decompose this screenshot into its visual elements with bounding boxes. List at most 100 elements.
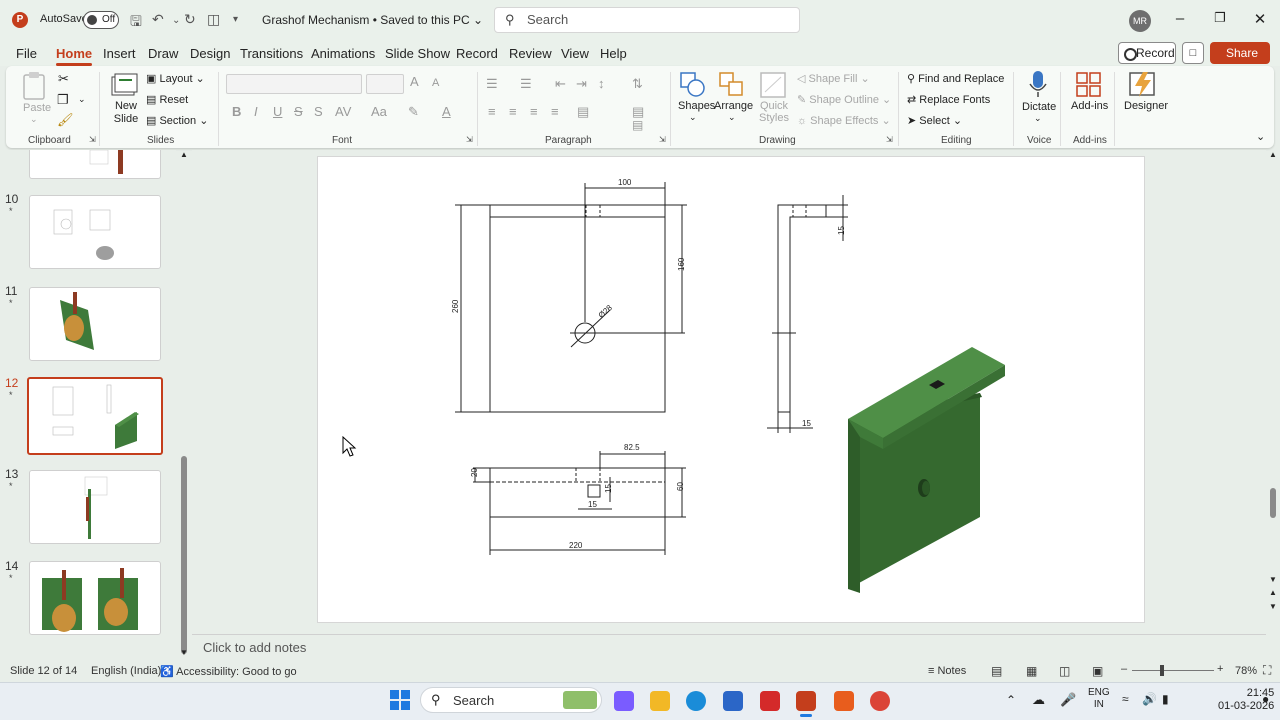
file-explorer-icon[interactable] (650, 691, 670, 711)
scrollbar-thumb[interactable] (1270, 488, 1276, 518)
zoom-slider[interactable] (1132, 670, 1214, 671)
designer-button[interactable]: Designer (1124, 100, 1168, 112)
change-case-button[interactable]: Aa (371, 104, 387, 119)
edge-icon[interactable] (686, 691, 706, 711)
volume-icon[interactable]: 🔊 (1142, 692, 1157, 706)
drawing-launcher-icon[interactable]: ⇲ (886, 135, 893, 144)
font-size-select[interactable] (366, 74, 404, 94)
accessibility-status[interactable]: ♿ Accessibility: Good to go (160, 665, 297, 678)
copy-dropdown-icon[interactable]: ⌄ (78, 94, 86, 105)
record-button[interactable]: Record (1118, 42, 1176, 64)
select-button[interactable]: ➤ Select ⌄ (907, 114, 962, 127)
tab-file[interactable]: File (16, 46, 37, 61)
collapse-ribbon-icon[interactable]: ⌄ (1256, 130, 1265, 143)
justify-icon[interactable]: ≡ (551, 104, 559, 119)
zoom-out-icon[interactable]: – (1121, 663, 1127, 675)
shape-fill-button[interactable]: ◁ Shape Fill ⌄ (797, 72, 870, 85)
dictate-button[interactable]: Dictate (1022, 101, 1056, 113)
slide-thumbnail-10[interactable] (29, 195, 161, 269)
tab-animations[interactable]: Animations (311, 46, 375, 61)
microphone-icon[interactable]: 🎤 (1060, 692, 1076, 708)
slide-thumbnail-11[interactable] (29, 287, 161, 361)
autosave-toggle[interactable]: Off (83, 11, 119, 29)
share-button[interactable]: Share ⌄ (1210, 42, 1270, 82)
columns-icon[interactable]: ▤ (577, 104, 589, 120)
reset-button[interactable]: ▤ Reset (146, 93, 188, 106)
addins-button[interactable]: Add-ins (1071, 100, 1108, 112)
copy-icon[interactable]: ❐ (57, 92, 69, 108)
paste-dropdown-icon[interactable]: ⌄ (30, 114, 38, 125)
font-launcher-icon[interactable]: ⇲ (466, 135, 473, 144)
text-direction-icon[interactable]: ⇅ (632, 76, 643, 92)
line-spacing-icon[interactable]: ↕ (598, 76, 605, 91)
zoom-level[interactable]: 78% (1235, 665, 1257, 677)
layout-button[interactable]: ▣ Layout ⌄ (146, 72, 205, 85)
powerpoint-taskbar-icon[interactable] (796, 691, 816, 711)
shapes-button[interactable]: Shapes (678, 100, 715, 112)
onedrive-icon[interactable]: ☁ (1032, 692, 1045, 708)
undo-icon[interactable]: ↶ (152, 11, 164, 28)
comments-button[interactable]: □ (1182, 42, 1204, 64)
font-color-button[interactable]: A (442, 104, 451, 119)
zoom-slider-thumb[interactable] (1160, 665, 1164, 676)
shadow-icon[interactable]: S (314, 104, 323, 119)
save-icon[interactable]: 🖫 (130, 11, 142, 35)
bullets-icon[interactable]: ☰ (486, 76, 498, 92)
fit-to-window-icon[interactable]: ⛶ (1263, 663, 1271, 678)
align-left-icon[interactable]: ≡ (488, 104, 496, 119)
scrollbar-thumb[interactable] (181, 456, 187, 654)
search-box[interactable]: ⚲ Search (494, 7, 800, 33)
tab-view[interactable]: View (561, 46, 589, 61)
minimize-icon[interactable]: – (1170, 10, 1190, 27)
find-replace-button[interactable]: ⚲ Find and Replace (907, 72, 1004, 85)
slide-thumbnail-9[interactable] (29, 150, 161, 179)
language-status[interactable]: English (India) (91, 665, 161, 677)
cut-icon[interactable]: ✂ (58, 71, 69, 87)
notes-button[interactable]: ≡ Notes (928, 665, 966, 677)
customize-qat-icon[interactable]: ▾ (233, 14, 238, 25)
increase-font-icon[interactable]: A (410, 74, 419, 89)
zoom-in-icon[interactable]: + (1217, 663, 1223, 675)
tab-home[interactable]: Home (56, 46, 93, 66)
decrease-indent-icon[interactable]: ⇤ (555, 76, 566, 92)
scroll-up-icon[interactable]: ▲ (1269, 150, 1277, 159)
next-slide-icon[interactable]: ▼ (1269, 602, 1277, 611)
scroll-down-icon[interactable]: ▼ (1269, 575, 1277, 584)
shape-effects-button[interactable]: ☼ Shape Effects ⌄ (797, 114, 891, 127)
new-slide-button[interactable]: New Slide (113, 100, 139, 126)
section-button[interactable]: ▤ Section ⌄ (146, 114, 208, 127)
scroll-up-icon[interactable]: ▲ (180, 150, 188, 159)
editor-scrollbar[interactable]: ▲ ▼ ▲ ▼ (1266, 150, 1280, 660)
taskbar-search[interactable]: ⚲ Search (420, 687, 602, 713)
slide-thumbnail-13[interactable] (29, 470, 161, 544)
smartart-icon[interactable]: ▤ (632, 118, 643, 132)
strikethrough-button[interactable]: S (294, 104, 303, 119)
underline-button[interactable]: U (273, 104, 282, 119)
align-center-icon[interactable]: ≡ (509, 104, 517, 119)
redo-icon[interactable]: ↻ (184, 11, 196, 28)
chrome-icon[interactable] (870, 691, 890, 711)
arrange-button[interactable]: Arrange (714, 100, 753, 112)
wifi-icon[interactable]: ≈ (1122, 692, 1129, 706)
windows-start-icon[interactable] (390, 690, 410, 710)
clipboard-launcher-icon[interactable]: ⇲ (89, 135, 96, 144)
show-hidden-icons[interactable]: ⌃ (1006, 693, 1016, 707)
store-icon[interactable] (723, 691, 743, 711)
document-title[interactable]: Grashof Mechanism • Saved to this PC ⌄ (262, 13, 483, 27)
notification-icon[interactable]: ● (1262, 692, 1269, 706)
previous-slide-icon[interactable]: ▲ (1269, 588, 1277, 597)
avatar[interactable]: MR (1129, 10, 1151, 32)
input-language[interactable]: ENG IN (1088, 687, 1110, 711)
tab-design[interactable]: Design (190, 46, 230, 61)
paste-button[interactable]: Paste (23, 102, 51, 114)
tab-insert[interactable]: Insert (103, 46, 136, 61)
tab-review[interactable]: Review (509, 46, 552, 61)
thumbnail-scrollbar[interactable]: ▲ ▼ (180, 150, 188, 660)
undo-dropdown-icon[interactable]: ⌄ (172, 15, 180, 26)
tab-slide-show[interactable]: Slide Show (385, 46, 450, 61)
char-spacing-icon[interactable]: AV (335, 104, 351, 119)
restore-icon[interactable]: ❐ (1210, 10, 1230, 26)
mcafee-icon[interactable] (760, 691, 780, 711)
tab-record[interactable]: Record (456, 46, 498, 61)
foxit-icon[interactable] (834, 691, 854, 711)
